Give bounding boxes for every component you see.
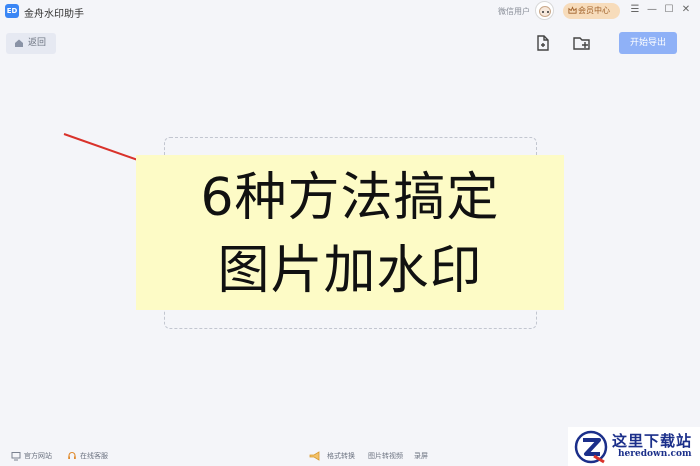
official-website-label: 官方网站 bbox=[24, 452, 52, 460]
avatar-eye-icon bbox=[542, 11, 544, 13]
format-convert-label: 格式转换 bbox=[327, 452, 355, 460]
menu-button[interactable]: ☰ bbox=[628, 3, 642, 17]
user-name[interactable]: 微信用户 bbox=[498, 6, 530, 17]
avatar-eye-icon bbox=[547, 11, 549, 13]
back-label: 返回 bbox=[28, 38, 47, 48]
z-logo-icon bbox=[574, 430, 608, 464]
app-logo: ED bbox=[5, 4, 19, 18]
start-export-button[interactable]: 开始导出 bbox=[619, 32, 677, 54]
minimize-button[interactable]: — bbox=[645, 3, 659, 17]
promo-banner: 6种方法搞定 图片加水印 bbox=[136, 155, 564, 310]
add-file-icon[interactable] bbox=[534, 34, 552, 52]
online-support-label: 在线客服 bbox=[80, 452, 108, 460]
avatar-face-icon bbox=[539, 6, 551, 17]
app-title: 金舟水印助手 bbox=[24, 9, 84, 20]
watermark-title: 这里下载站 bbox=[612, 432, 693, 450]
image-to-video-link[interactable]: 图片转视频 bbox=[368, 450, 403, 462]
site-watermark: 这里下载站 heredown.com bbox=[568, 427, 700, 466]
crown-icon bbox=[568, 6, 577, 14]
member-center-label: 会员中心 bbox=[578, 6, 610, 15]
close-button[interactable]: ✕ bbox=[679, 3, 693, 17]
monitor-icon bbox=[11, 452, 21, 461]
watermark-url: heredown.com bbox=[618, 449, 692, 459]
member-center-button[interactable]: 会员中心 bbox=[563, 3, 620, 19]
banner-line-1: 6种方法搞定 bbox=[200, 168, 500, 228]
title-bar: ED 金舟水印助手 微信用户 会员中心 ☰ — ☐ ✕ bbox=[0, 0, 700, 24]
home-icon bbox=[15, 39, 23, 47]
megaphone-icon bbox=[309, 451, 320, 461]
banner-line-2: 图片加水印 bbox=[217, 241, 483, 301]
back-button[interactable]: 返回 bbox=[6, 33, 56, 54]
format-convert-link[interactable]: 格式转换 bbox=[309, 450, 355, 462]
official-website-link[interactable]: 官方网站 bbox=[11, 450, 52, 462]
maximize-button[interactable]: ☐ bbox=[662, 3, 676, 17]
online-support-link[interactable]: 在线客服 bbox=[67, 450, 108, 462]
add-folder-icon[interactable] bbox=[572, 34, 592, 52]
screen-record-link[interactable]: 录屏 bbox=[414, 450, 428, 462]
headset-icon bbox=[68, 452, 76, 459]
avatar[interactable] bbox=[535, 1, 554, 20]
